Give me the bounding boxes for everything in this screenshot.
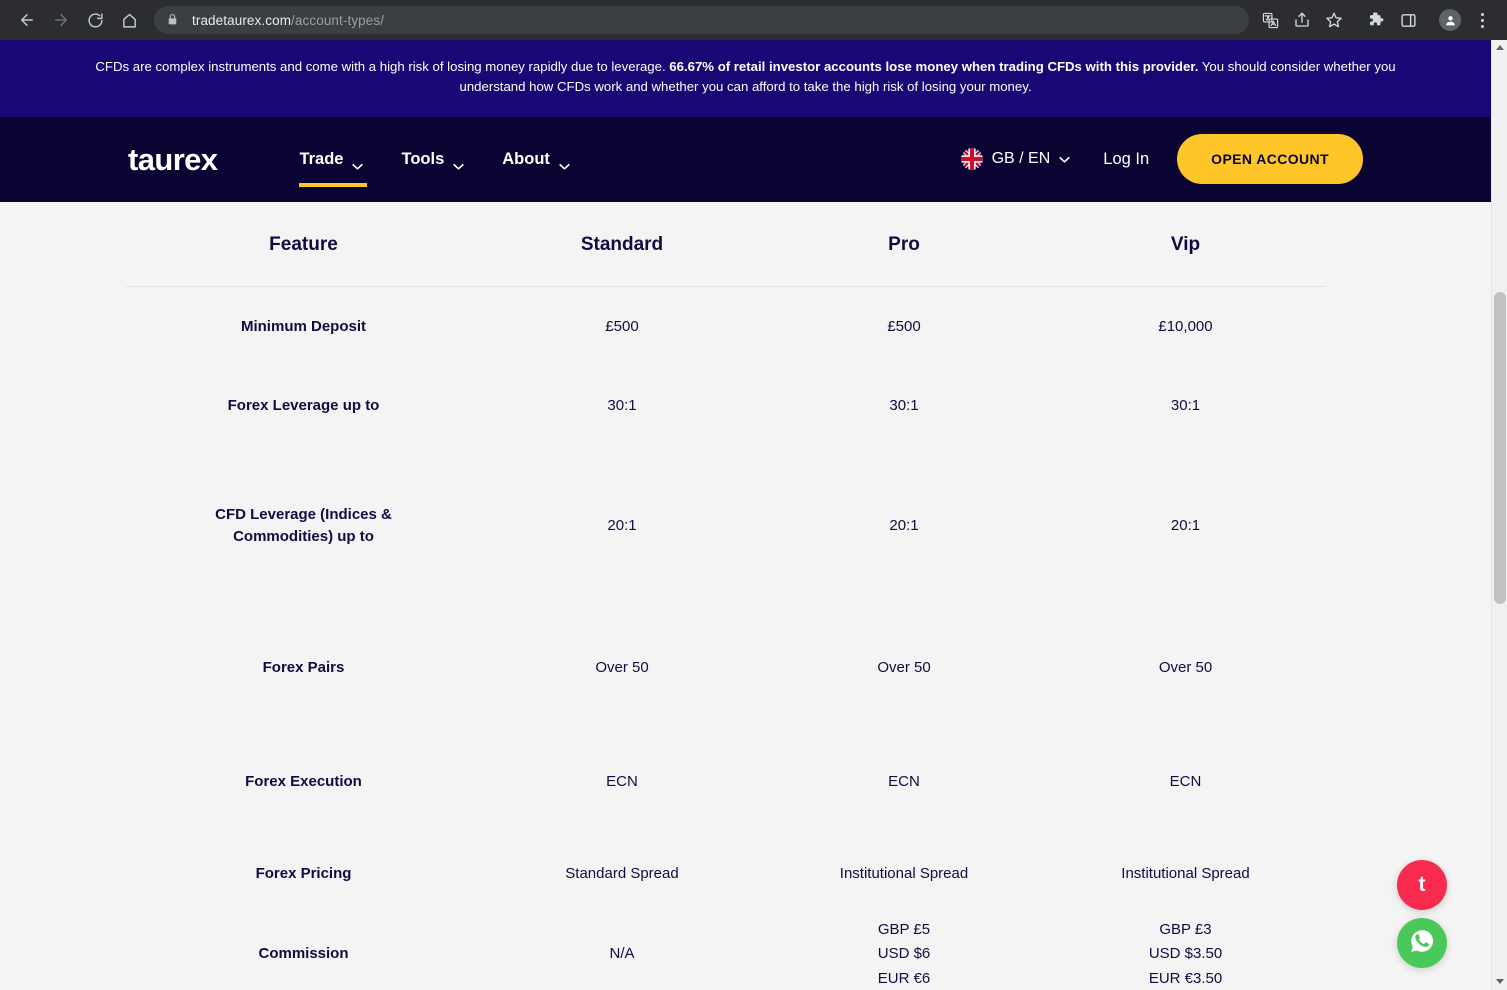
table-row: Forex Execution ECN ECN ECN (126, 730, 1326, 834)
url-text: tradetaurex.com/account-types/ (192, 13, 384, 28)
cell-standard: £500 (605, 317, 639, 335)
url-domain: tradetaurex.com (192, 12, 292, 28)
cell-standard: Standard Spread (565, 865, 679, 883)
site-navbar: taurex Trade Tools About GB / EN Log In … (0, 116, 1491, 202)
table-row: Commission N/A GBP £5 USD $6 EUR €6 GBP … (126, 914, 1326, 990)
taurex-logo[interactable]: taurex (128, 144, 218, 175)
risk-warning-banner: CFDs are complex instruments and come wi… (0, 40, 1491, 117)
taurex-chat-button[interactable]: t (1397, 860, 1447, 910)
chevron-down-icon (559, 156, 570, 170)
column-header-vip: Vip (1045, 215, 1326, 287)
row-feature-label: Minimum Deposit (240, 317, 366, 335)
floating-action-buttons: t (1397, 860, 1447, 968)
table-header-row: Feature Standard Pro Vip (126, 215, 1326, 287)
chevron-down-icon (453, 156, 464, 170)
bookmark-star-icon[interactable] (1319, 5, 1349, 35)
share-icon[interactable] (1287, 5, 1317, 35)
page-viewport: CFDs are complex instruments and come wi… (0, 40, 1491, 990)
browser-toolbar: tradetaurex.com/account-types/ (0, 0, 1507, 40)
url-path: /account-types/ (291, 12, 385, 28)
cell-standard: 30:1 (607, 397, 637, 415)
extensions-puzzle-icon[interactable] (1361, 5, 1391, 35)
row-feature-label: Forex Execution (245, 773, 362, 791)
row-feature-label: CFD Leverage (Indices & Commodities) up … (126, 446, 481, 606)
cell-pro: ECN (888, 773, 920, 791)
nav-item-about[interactable]: About (502, 117, 570, 202)
table-row: Forex Pricing Standard Spread Institutio… (126, 834, 1326, 914)
reload-button[interactable] (78, 3, 112, 37)
more-menu-icon[interactable] (1467, 5, 1497, 35)
page-scrollbar[interactable] (1491, 40, 1507, 990)
table-row: Minimum Deposit £500 £500 £10,000 (126, 286, 1326, 366)
nav-item-tools[interactable]: Tools (401, 117, 464, 202)
column-header-standard: Standard (481, 215, 763, 287)
nav-item-trade[interactable]: Trade (299, 117, 368, 202)
cell-standard: N/A (609, 945, 635, 963)
cell-vip: Over 50 (1158, 659, 1213, 677)
navbar-right: GB / EN Log In OPEN ACCOUNT (960, 134, 1363, 185)
risk-text-bold: 66.67% of retail investor accounts lose … (669, 59, 1199, 74)
cell-pro: Institutional Spread (763, 834, 1045, 914)
cell-pro: £500 (887, 317, 921, 335)
locale-label: GB / EN (991, 150, 1051, 168)
login-link[interactable]: Log In (1103, 150, 1149, 169)
main-nav: Trade Tools About (299, 117, 570, 202)
cell-vip: ECN (1169, 773, 1202, 791)
cell-vip: 20:1 (1170, 517, 1201, 535)
column-header-pro: Pro (763, 215, 1045, 287)
browser-toolbar-icons (1255, 5, 1497, 35)
taurex-chat-glyph: t (1418, 872, 1426, 896)
cell-vip: £10,000 (1158, 317, 1213, 335)
cell-pro: GBP £5 USD $6 EUR €6 (877, 920, 931, 987)
account-types-table-wrap: Feature Standard Pro Vip Minimum Deposit… (0, 215, 1491, 990)
locale-selector[interactable]: GB / EN (960, 148, 1071, 171)
nav-item-about-label: About (502, 149, 550, 168)
cell-pro: 20:1 (889, 517, 919, 535)
account-comparison-table: Feature Standard Pro Vip Minimum Deposit… (126, 215, 1326, 990)
lock-icon (166, 13, 180, 27)
scrollbar-thumb[interactable] (1494, 292, 1506, 604)
row-feature-text: CFD Leverage (Indices & Commodities) up … (215, 506, 392, 546)
chevron-down-icon (352, 156, 364, 170)
table-row: Forex Leverage up to 30:1 30:1 30:1 (126, 366, 1326, 446)
forward-button[interactable] (44, 3, 78, 37)
nav-item-tools-label: Tools (401, 149, 445, 168)
profile-avatar-icon[interactable] (1435, 5, 1465, 35)
whatsapp-icon (1406, 925, 1438, 962)
table-body: Minimum Deposit £500 £500 £10,000 Forex … (126, 286, 1326, 990)
table-header: Feature Standard Pro Vip (126, 215, 1326, 287)
cell-vip: Institutional Spread (1121, 865, 1250, 883)
uk-flag-icon (960, 148, 983, 171)
home-button[interactable] (112, 3, 146, 37)
row-feature-label: Forex Pairs (262, 659, 345, 677)
nav-item-trade-label: Trade (299, 149, 344, 168)
cell-standard: ECN (606, 773, 638, 791)
cell-vip: 30:1 (1170, 397, 1201, 415)
cell-standard: Over 50 (595, 659, 649, 677)
translate-icon[interactable] (1255, 5, 1285, 35)
side-panel-icon[interactable] (1393, 5, 1423, 35)
cell-pro-text: Institutional Spread (839, 865, 969, 883)
whatsapp-button[interactable] (1397, 918, 1447, 968)
table-row: Forex Pairs Over 50 Over 50 Over 50 (126, 606, 1326, 730)
cell-pro: Over 50 (877, 659, 931, 677)
scroll-up-arrow-icon[interactable] (1492, 40, 1507, 56)
open-account-button[interactable]: OPEN ACCOUNT (1177, 134, 1363, 185)
row-feature-label: Commission (258, 945, 349, 963)
cell-vip: GBP £3 USD $3.50 EUR €3.50 (1148, 920, 1223, 987)
column-header-feature: Feature (126, 215, 481, 287)
row-feature-label: Forex Pricing (255, 865, 352, 883)
scroll-down-arrow-icon[interactable] (1492, 974, 1507, 990)
chevron-down-icon (1059, 150, 1070, 168)
table-row: CFD Leverage (Indices & Commodities) up … (126, 446, 1326, 606)
back-button[interactable] (10, 3, 44, 37)
row-feature-label: Forex Leverage up to (227, 397, 380, 415)
address-bar[interactable]: tradetaurex.com/account-types/ (154, 6, 1249, 34)
cell-standard: 20:1 (607, 517, 637, 535)
risk-text-before: CFDs are complex instruments and come wi… (95, 59, 670, 74)
cell-pro: 30:1 (889, 397, 919, 415)
